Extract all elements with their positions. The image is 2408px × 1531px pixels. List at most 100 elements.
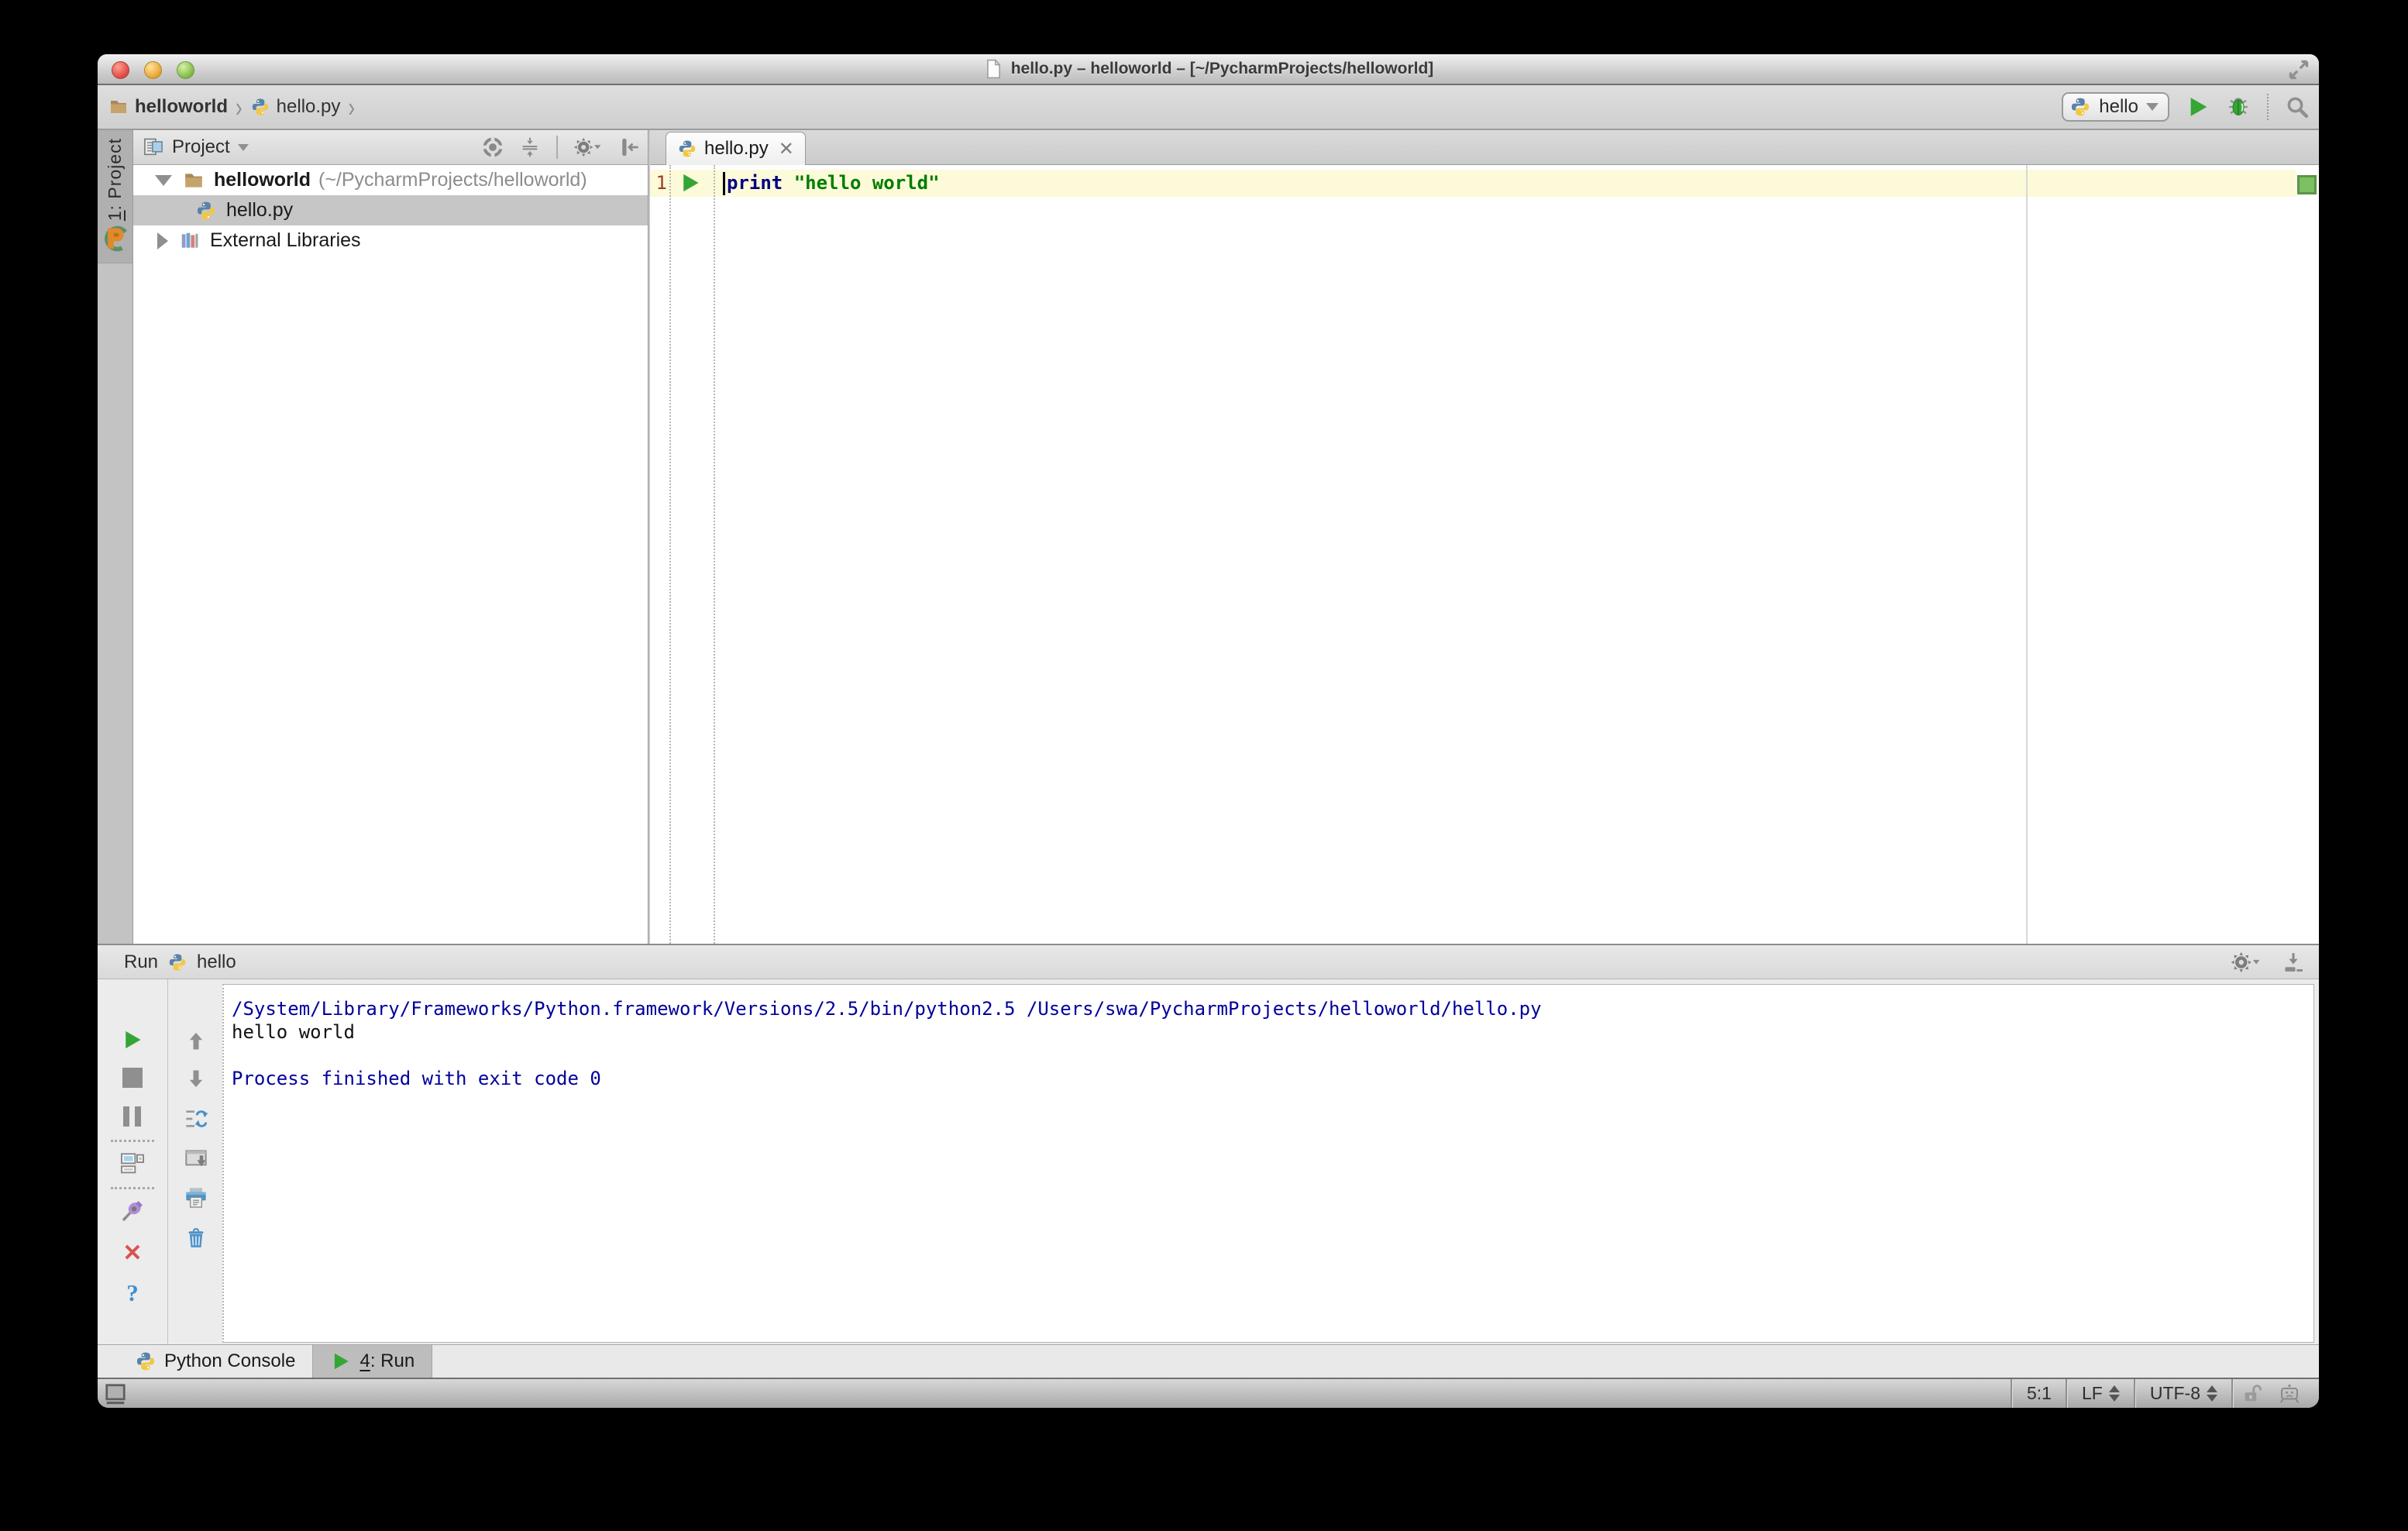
run-toolbar-cluster: hello: [2062, 85, 2309, 129]
window-title: hello.py – helloworld – [~/PycharmProjec…: [1010, 60, 1434, 77]
chevron-expanded-icon[interactable]: [155, 174, 172, 186]
caret-position-widget[interactable]: 5:1: [2013, 1379, 2066, 1408]
error-stripe[interactable]: [2296, 165, 2319, 944]
print-icon[interactable]: [184, 1185, 208, 1210]
run-config-name: hello: [197, 951, 236, 972]
updown-arrows-icon: [2207, 1385, 2217, 1402]
toolbar-separator: [111, 1187, 154, 1189]
breadcrumb-file[interactable]: hello.py: [250, 96, 341, 118]
restore-layout-icon[interactable]: [184, 1106, 208, 1131]
project-tool-window-tab-label: 1: Project: [105, 138, 125, 222]
close-tab-icon[interactable]: ✕: [776, 138, 794, 160]
play-icon: [330, 1351, 352, 1371]
toolbar-separator: [556, 136, 558, 159]
window-title-group: hello.py – helloworld – [~/PycharmProjec…: [98, 54, 2319, 84]
desktop-background: hello.py – helloworld – [~/PycharmProjec…: [0, 0, 2408, 1531]
breadcrumb-project[interactable]: helloworld: [108, 96, 228, 118]
dock-icon[interactable]: [184, 1147, 208, 1171]
toggle-toolbuttons-icon[interactable]: [104, 1382, 127, 1405]
debug-button[interactable]: [2227, 95, 2250, 119]
breadcrumb-file-label: hello.py: [276, 96, 341, 117]
project-panel-title[interactable]: Project: [172, 136, 230, 158]
document-icon: [983, 57, 1003, 81]
python-console-tab[interactable]: Python Console: [118, 1345, 312, 1378]
pycharm-logo-icon: [102, 225, 129, 252]
python-icon: [250, 98, 270, 116]
breadcrumb-project-label: helloworld: [135, 96, 228, 117]
project-pane-icon: [143, 136, 164, 158]
chevron-down-icon[interactable]: [237, 143, 249, 151]
unlock-icon[interactable]: [2241, 1383, 2263, 1405]
editor-tab-bar: hello.py ✕: [650, 130, 2319, 165]
tree-row-file-selected[interactable]: hello.py: [133, 195, 648, 225]
caret-position-value: 5:1: [2027, 1383, 2052, 1403]
fullscreen-resize-icon[interactable]: [2288, 59, 2310, 81]
hide-down-icon[interactable]: [2282, 951, 2305, 974]
title-bar[interactable]: hello.py – helloworld – [~/PycharmProjec…: [98, 54, 2319, 85]
down-arrow-icon[interactable]: [185, 1068, 207, 1089]
run-panel-header: Run hello: [98, 945, 2319, 979]
inspection-ok-indicator[interactable]: [2297, 175, 2317, 194]
run-console-output[interactable]: /System/Library/Frameworks/Python.framew…: [222, 984, 2314, 1343]
run-toolbar-right: [169, 979, 222, 1344]
gear-icon[interactable]: [573, 136, 603, 158]
editor-area: hello.py ✕ 1 print "hello world": [650, 130, 2319, 944]
project-tool-window-tab[interactable]: 1: Project: [98, 130, 132, 263]
tree-root-name: helloworld: [214, 169, 311, 191]
run-tab-selected[interactable]: 4: Run: [312, 1345, 433, 1378]
minimize-window-button[interactable]: [144, 61, 162, 79]
tree-row-external-libraries[interactable]: External Libraries: [133, 225, 648, 256]
run-panel-title: Run: [124, 951, 159, 972]
folder-icon: [108, 98, 129, 116]
code-editor[interactable]: 1 print "hello world": [650, 165, 2319, 944]
hide-panel-icon[interactable]: [618, 136, 640, 158]
gear-icon[interactable]: [2231, 951, 2262, 974]
stop-button[interactable]: [122, 1068, 143, 1088]
collapse-all-icon[interactable]: [519, 136, 541, 158]
pin-tab-button[interactable]: [120, 1199, 145, 1223]
updown-arrows-icon: [2108, 1385, 2120, 1402]
tree-root-path: (~/PycharmProjects/helloworld): [318, 169, 587, 191]
editor-tab-hello-py[interactable]: hello.py ✕: [666, 132, 806, 165]
breadcrumb-separator: ›: [236, 90, 243, 123]
hector-inspector-icon[interactable]: [2279, 1383, 2300, 1405]
pause-output-button[interactable]: [123, 1106, 142, 1127]
run-configuration-label: hello: [2099, 96, 2138, 117]
tree-row-root[interactable]: helloworld (~/PycharmProjects/helloworld…: [133, 165, 648, 195]
trash-icon[interactable]: [184, 1226, 208, 1251]
console-command-line: /System/Library/Frameworks/Python.framew…: [232, 998, 1542, 1020]
encoding-widget[interactable]: UTF-8: [2136, 1379, 2231, 1408]
pycharm-window: hello.py – helloworld – [~/PycharmProjec…: [98, 54, 2319, 1408]
close-window-button[interactable]: [112, 61, 129, 79]
help-icon[interactable]: ?: [126, 1281, 139, 1305]
toolbar-separator: [111, 1140, 154, 1142]
run-configuration-select[interactable]: hello: [2062, 92, 2169, 122]
show-console-icon[interactable]: [120, 1151, 145, 1176]
chevron-collapsed-icon[interactable]: [157, 232, 168, 249]
python-icon: [677, 139, 697, 158]
chevron-down-icon: [2146, 103, 2159, 111]
console-stdout-line: hello world: [232, 1021, 355, 1043]
code-line-1[interactable]: print "hello world": [727, 172, 940, 194]
run-line-gutter-icon[interactable]: [679, 171, 701, 194]
line-ending-widget[interactable]: LF: [2068, 1379, 2134, 1408]
folder-icon: [183, 170, 205, 191]
run-button[interactable]: [2186, 95, 2210, 119]
zoom-window-button[interactable]: [177, 61, 194, 79]
up-arrow-icon[interactable]: [185, 1030, 207, 1052]
project-panel-toolbar: [482, 136, 640, 159]
toolbar-separator: [2267, 94, 2269, 120]
traffic-lights: [112, 61, 194, 79]
close-icon[interactable]: ✕: [122, 1242, 142, 1265]
run-panel-header-buttons: [2231, 951, 2305, 974]
python-icon: [2069, 97, 2091, 117]
status-bar-widgets: 5:1 LF UTF-8: [2011, 1379, 2308, 1408]
locate-target-icon[interactable]: [482, 136, 504, 158]
rerun-button[interactable]: [122, 1029, 143, 1051]
search-everywhere-button[interactable]: [2286, 95, 2309, 119]
right-margin-guide: [2026, 165, 2028, 944]
main-toolbar: helloworld › hello.py › hello: [98, 85, 2319, 130]
console-exit-line: Process finished with exit code 0: [232, 1068, 601, 1089]
python-icon: [195, 201, 217, 221]
